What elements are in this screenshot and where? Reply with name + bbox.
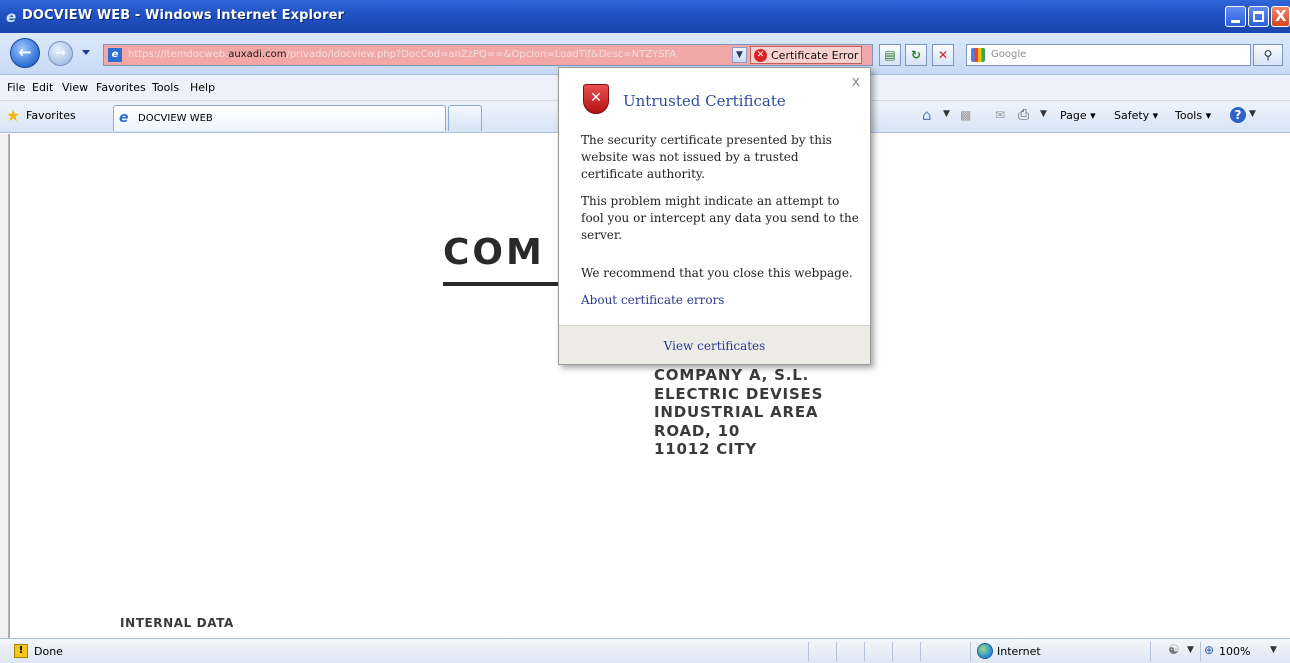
popup-paragraph: The security certificate presented by th… bbox=[581, 133, 832, 181]
warning-icon[interactable]: ! bbox=[14, 644, 28, 658]
status-divider bbox=[1150, 642, 1151, 661]
menu-tools[interactable]: Tools bbox=[152, 81, 179, 94]
heading-underline bbox=[443, 282, 558, 286]
popup-footer: View certificates bbox=[559, 325, 870, 364]
maximize-button[interactable] bbox=[1248, 6, 1269, 27]
url-text[interactable]: https://itemdocweb.auxadi.com/privado/id… bbox=[128, 49, 728, 60]
view-certificates-link[interactable]: View certificates bbox=[559, 339, 870, 353]
menu-view[interactable]: View bbox=[62, 81, 88, 94]
google-icon bbox=[971, 48, 985, 62]
help-icon[interactable]: ? bbox=[1230, 107, 1246, 123]
title-bar: e DOCVIEW WEB - Windows Internet Explore… bbox=[0, 0, 1290, 33]
address-line: INDUSTRIAL AREA bbox=[654, 403, 819, 421]
security-zone-label[interactable]: Internet bbox=[997, 645, 1041, 658]
protected-mode-icon[interactable]: ☯ bbox=[1168, 643, 1180, 658]
stop-button[interactable]: ✕ bbox=[932, 44, 954, 66]
status-divider bbox=[864, 642, 865, 661]
zoom-level[interactable]: 100% bbox=[1219, 645, 1250, 658]
internet-zone-icon bbox=[977, 643, 993, 659]
search-placeholder: Google bbox=[991, 49, 1027, 60]
search-button[interactable]: ⚲ bbox=[1253, 44, 1283, 66]
help-dropdown-icon[interactable]: ▼ bbox=[1249, 109, 1256, 119]
shield-error-icon: ✕ bbox=[583, 84, 609, 114]
refresh-button[interactable]: ↻ bbox=[905, 44, 927, 66]
star-icon: ★ bbox=[6, 106, 21, 125]
address-line: 11012 CITY bbox=[654, 440, 758, 458]
menu-file[interactable]: File bbox=[7, 81, 25, 94]
status-divider bbox=[920, 642, 921, 661]
close-window-button[interactable]: X bbox=[1271, 6, 1290, 27]
status-text: Done bbox=[34, 645, 63, 658]
certificate-error-label: Certificate Error bbox=[771, 49, 859, 62]
certificate-error-icon: ✕ bbox=[754, 49, 767, 62]
popup-title: Untrusted Certificate bbox=[623, 92, 786, 110]
tab-ie-icon: e bbox=[119, 110, 129, 126]
ie-logo-icon: e bbox=[6, 8, 17, 26]
popup-recommendation: We recommend that you close this webpage… bbox=[581, 266, 853, 280]
safety-menu[interactable]: Safety ▾ bbox=[1114, 109, 1158, 122]
certificate-error-button[interactable]: ✕ Certificate Error bbox=[750, 46, 862, 64]
favorites-label: Favorites bbox=[26, 109, 76, 122]
page-menu[interactable]: Page ▾ bbox=[1060, 109, 1096, 122]
tab-docview-web[interactable]: e DOCVIEW WEB bbox=[113, 105, 446, 131]
print-icon[interactable]: ⎙ bbox=[1018, 107, 1029, 123]
close-popup-button[interactable]: x bbox=[852, 74, 860, 90]
status-divider bbox=[808, 642, 809, 661]
feeds-icon[interactable]: ▩ bbox=[960, 108, 971, 122]
address-line: ROAD, 10 bbox=[654, 421, 741, 440]
page-favicon-icon: e bbox=[108, 48, 122, 62]
tools-menu[interactable]: Tools ▾ bbox=[1175, 109, 1211, 122]
favorites-button[interactable]: ★ Favorites bbox=[6, 106, 76, 125]
address-dropdown-button[interactable]: ▼ bbox=[732, 47, 747, 63]
forward-button[interactable]: → bbox=[48, 41, 73, 66]
internal-data-label: INTERNAL DATA bbox=[120, 616, 234, 630]
back-arrow-icon: ← bbox=[18, 42, 32, 62]
status-divider bbox=[1200, 642, 1201, 661]
print-dropdown-icon[interactable]: ▼ bbox=[1040, 109, 1047, 119]
compatibility-view-button[interactable]: ▤ bbox=[879, 44, 901, 66]
menu-edit[interactable]: Edit bbox=[32, 81, 53, 94]
menu-favorites[interactable]: Favorites bbox=[96, 81, 146, 94]
address-line: ELECTRIC DEVISES bbox=[654, 384, 824, 403]
zone-dropdown-icon[interactable]: ▼ bbox=[1187, 645, 1194, 655]
address-bar[interactable]: e https://itemdocweb.auxadi.com/privado/… bbox=[103, 44, 873, 66]
about-certificate-errors-link[interactable]: About certificate errors bbox=[581, 293, 724, 307]
certificate-error-popup: x ✕ Untrusted Certificate The security c… bbox=[558, 67, 871, 365]
back-button[interactable]: ← bbox=[10, 38, 40, 68]
company-address: COMPANY A, S.L. ELECTRIC DEVISES INDUSTR… bbox=[654, 366, 823, 459]
popup-paragraph: This problem might indicate an attempt t… bbox=[581, 194, 859, 242]
read-mail-icon[interactable]: ✉ bbox=[995, 108, 1005, 122]
home-icon[interactable]: ⌂ bbox=[922, 106, 932, 124]
home-dropdown-icon[interactable]: ▼ bbox=[943, 109, 950, 119]
new-tab-button[interactable] bbox=[448, 105, 482, 131]
menu-help[interactable]: Help bbox=[190, 81, 215, 94]
status-divider bbox=[836, 642, 837, 661]
recent-pages-dropdown-icon[interactable] bbox=[82, 50, 90, 55]
tab-label: DOCVIEW WEB bbox=[138, 113, 213, 124]
forward-arrow-icon: → bbox=[55, 45, 66, 61]
window-title: DOCVIEW WEB - Windows Internet Explorer bbox=[22, 8, 345, 23]
address-line: COMPANY A, S.L. bbox=[654, 366, 810, 384]
status-divider bbox=[892, 642, 893, 661]
zoom-dropdown-icon[interactable]: ▼ bbox=[1270, 645, 1277, 655]
document-heading: COM bbox=[443, 232, 545, 273]
minimize-button[interactable] bbox=[1225, 6, 1246, 27]
search-input[interactable]: Google bbox=[966, 44, 1251, 66]
status-bar: ! Done Internet ☯ ▼ ⊕ 100% ▼ bbox=[0, 638, 1290, 663]
left-frame-border bbox=[0, 134, 9, 638]
zoom-icon: ⊕ bbox=[1204, 643, 1215, 657]
status-divider bbox=[970, 642, 971, 661]
